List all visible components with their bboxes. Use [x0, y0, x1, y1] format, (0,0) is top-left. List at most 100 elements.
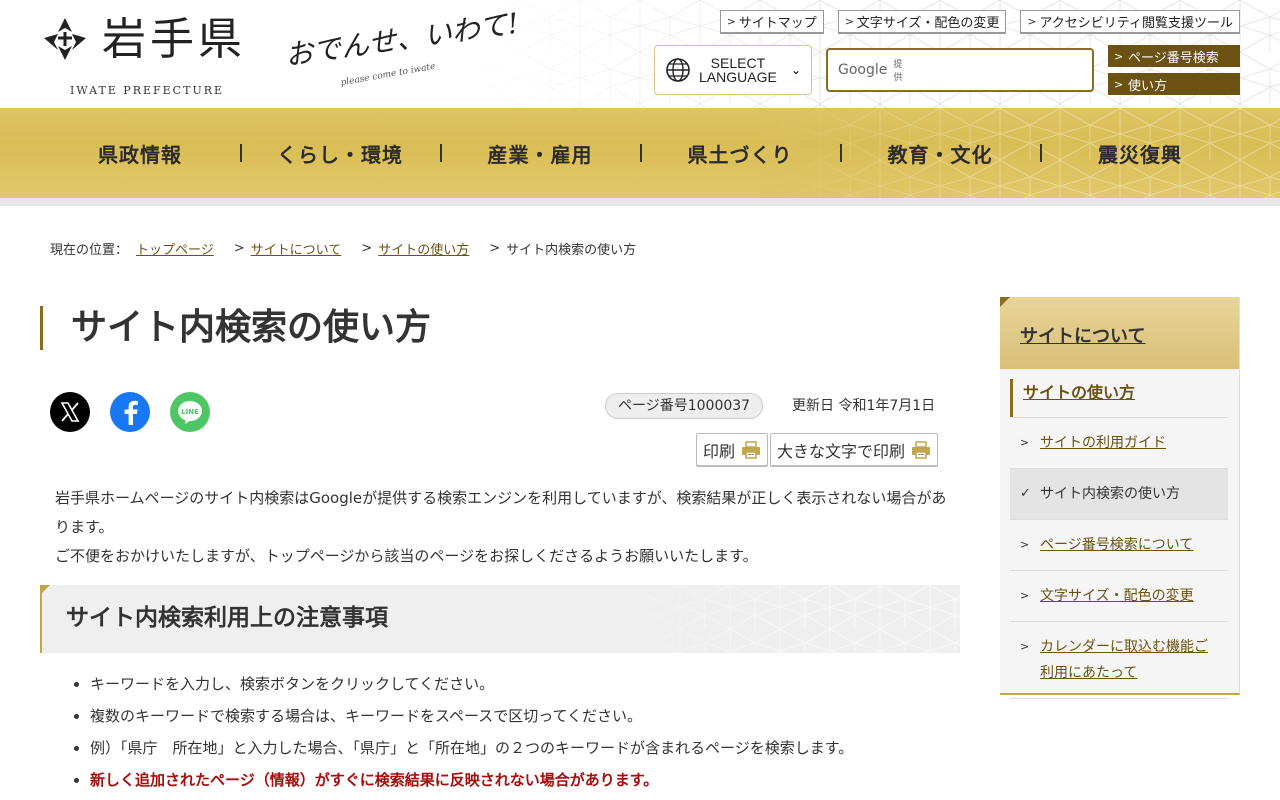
sidebar-item-page-number-search[interactable]: > ページ番号検索について — [1010, 520, 1228, 571]
nav-item-industry-employment[interactable]: 産業・雇用 — [440, 108, 640, 198]
sidebar-item-font-size-color[interactable]: > 文字サイズ・配色の変更 — [1010, 571, 1228, 622]
share-x-button[interactable] — [50, 392, 90, 432]
breadcrumb-separator: > — [489, 241, 501, 256]
google-label: Google — [838, 62, 888, 78]
sidebar-item-site-search-usage[interactable]: ✓ サイト内検索の使い方 — [1010, 469, 1228, 520]
list-item: キーワードを入力し、検索ボタンをクリックしてください。 — [70, 668, 970, 700]
breadcrumb-about-site[interactable]: サイトについて — [251, 239, 342, 258]
tagline-text: おでんせ、いわて! — [283, 6, 521, 73]
breadcrumb-separator: > — [361, 241, 373, 256]
sidebar-heading-about-site[interactable]: サイトについて — [1020, 322, 1145, 348]
chevron-right-icon: > — [1020, 589, 1030, 602]
sidebar-subheading-site-usage[interactable]: サイトの使い方 — [1010, 379, 1228, 417]
list-item: 複数のキーワードで検索する場合は、キーワードをスペースで区切ってください。 — [70, 700, 970, 732]
asanoha-pattern — [580, 585, 960, 653]
chevron-down-icon: ⌄ — [790, 63, 801, 77]
font-size-color-label: 文字サイズ・配色の変更 — [856, 16, 1000, 31]
logo-text: 岩手県 — [102, 14, 246, 65]
nav-item-living-environment[interactable]: くらし・環境 — [240, 108, 440, 198]
select-language-button[interactable]: SELECT LANGUAGE ⌄ — [654, 45, 812, 95]
sidebar-item-label: サイト内検索の使い方 — [1040, 486, 1180, 502]
nav-item-education-culture[interactable]: 教育・文化 — [840, 108, 1040, 198]
sidebar-item-label: サイトの利用ガイド — [1040, 435, 1166, 451]
language-label-line-2: LANGUAGE — [699, 69, 777, 85]
sidebar-item-label: カレンダーに取込む機能ご利用にあたって — [1040, 639, 1208, 681]
language-label: SELECT LANGUAGE — [699, 56, 777, 84]
how-to-use-label: 使い方 — [1128, 78, 1168, 94]
site-search: Google 提供 — [826, 48, 1094, 92]
utility-links: > サイトマップ > 文字サイズ・配色の変更 > アクセシビリティ閲覧支援ツール — [719, 10, 1240, 34]
sidebar-item-label: 文字サイズ・配色の変更 — [1040, 588, 1194, 604]
section-title: サイト内検索利用上の注意事項 — [66, 605, 388, 631]
accessibility-tool-label: アクセシビリティ閲覧支援ツール — [1039, 16, 1233, 31]
svg-text:LINE: LINE — [181, 408, 199, 416]
x-logo-icon — [60, 402, 80, 422]
breadcrumb-current: サイト内検索の使い方 — [506, 243, 637, 258]
sitemap-label: サイトマップ — [738, 16, 817, 31]
share-facebook-button[interactable] — [110, 392, 150, 432]
breadcrumb-top-page[interactable]: トップページ — [136, 239, 214, 258]
sidebar-item-usage-guide[interactable]: > サイトの利用ガイド — [1010, 418, 1228, 469]
print-button[interactable]: 印刷 — [696, 433, 769, 467]
global-nav-items: 県政情報 くらし・環境 産業・雇用 県土づくり 教育・文化 震災復興 — [40, 108, 1240, 198]
nav-divider — [0, 198, 1280, 206]
chevron-right-icon: > — [844, 15, 855, 28]
nav-item-prefectural-government[interactable]: 県政情報 — [40, 108, 240, 198]
accessibility-tool-link[interactable]: > アクセシビリティ閲覧支援ツール — [1020, 10, 1240, 34]
site-logo[interactable]: 岩手県 IWATE PREFECTURE — [40, 10, 270, 102]
share-line-button[interactable]: LINE — [170, 392, 210, 432]
breadcrumb-prefix: 現在の位置： — [50, 243, 129, 258]
chevron-right-icon: > — [1020, 436, 1030, 449]
header-side-buttons: > ページ番号検索 > 使い方 — [1108, 45, 1240, 95]
sidebar-header: サイトについて — [1000, 297, 1239, 369]
updated-date: 更新日 令和1年7月1日 — [792, 398, 936, 414]
global-navigation: 県政情報 くらし・環境 産業・雇用 県土づくり 教育・文化 震災復興 — [0, 108, 1280, 198]
sidebar-item-calendar-import[interactable]: > カレンダーに取込む機能ご利用にあたって — [1010, 622, 1228, 699]
local-navigation-sidebar: サイトについて サイトの使い方 > サイトの利用ガイド ✓ サイト内検索の使い方 >… — [1000, 297, 1240, 699]
print-large-label: 大きな文字で印刷 — [777, 443, 906, 461]
chevron-right-icon: > — [1020, 640, 1030, 653]
intro-paragraph-1: 岩手県ホームページのサイト内検索はGoogleが提供する検索エンジンを利用してい… — [55, 489, 947, 536]
printer-icon — [742, 440, 761, 459]
breadcrumb-site-usage[interactable]: サイトの使い方 — [378, 239, 469, 258]
sitemap-link[interactable]: > サイトマップ — [719, 10, 824, 34]
intro-text: 岩手県ホームページのサイト内検索はGoogleが提供する検索エンジンを利用してい… — [55, 484, 955, 571]
globe-icon — [666, 58, 690, 82]
prefecture-emblem-icon — [44, 18, 86, 60]
sidebar-item-label: ページ番号検索について — [1040, 537, 1194, 553]
nav-item-disaster-recovery[interactable]: 震災復興 — [1040, 108, 1240, 198]
chevron-right-icon: > — [1114, 49, 1124, 63]
google-provided-label: 提供 — [893, 60, 903, 83]
font-size-color-link[interactable]: > 文字サイズ・配色の変更 — [837, 10, 1007, 34]
page-number-search-label: ページ番号検索 — [1128, 50, 1219, 66]
facebook-logo-icon — [124, 400, 138, 425]
share-buttons: LINE — [50, 392, 210, 432]
how-to-use-button[interactable]: > 使い方 — [1108, 73, 1240, 95]
search-input[interactable] — [908, 55, 1090, 85]
logo-subtitle: IWATE PREFECTURE — [70, 84, 225, 97]
breadcrumb-separator: > — [233, 241, 245, 256]
nav-item-land-development[interactable]: 県土づくり — [640, 108, 840, 198]
chevron-right-icon: > — [726, 15, 736, 28]
sidebar-list: > サイトの利用ガイド ✓ サイト内検索の使い方 > ページ番号検索について > 文字サ… — [1010, 417, 1228, 699]
page-title: サイト内検索の使い方 — [40, 306, 431, 350]
notes-list: キーワードを入力し、検索ボタンをクリックしてください。 複数のキーワードで検索す… — [70, 668, 970, 796]
list-item: 例）「県庁 所在地」と入力した場合、「県庁」と「所在地」の２つのキーワードが含ま… — [70, 732, 970, 764]
chevron-right-icon: > — [1027, 15, 1037, 28]
list-item-warning: 新しく追加されたページ（情報）がすぐに検索結果に反映されない場合があります。 — [70, 764, 970, 796]
printer-icon — [912, 440, 931, 459]
section-heading: サイト内検索利用上の注意事項 — [40, 585, 960, 653]
chevron-right-icon: > — [1114, 77, 1124, 91]
page-number-badge: ページ番号1000037 — [605, 393, 764, 419]
page-number-search-button[interactable]: > ページ番号検索 — [1108, 45, 1240, 67]
tagline-subtext: please come to iwate — [339, 61, 437, 89]
intro-paragraph-2: ご不便をおかけいたしますが、トップページから該当のページをお探しくださるようお願… — [55, 547, 758, 565]
site-header: 岩手県 IWATE PREFECTURE おでんせ、いわて! please co… — [0, 0, 1280, 108]
tagline: おでんせ、いわて! please come to iwate — [283, 7, 528, 92]
check-icon: ✓ — [1020, 486, 1031, 501]
print-label: 印刷 — [703, 443, 736, 461]
print-large-text-button[interactable]: 大きな文字で印刷 — [770, 433, 939, 467]
line-logo-icon: LINE — [178, 401, 202, 424]
breadcrumb: 現在の位置： トップページ > サイトについて > サイトの使い方 > サイト内… — [50, 239, 636, 258]
chevron-right-icon: > — [1020, 538, 1030, 551]
